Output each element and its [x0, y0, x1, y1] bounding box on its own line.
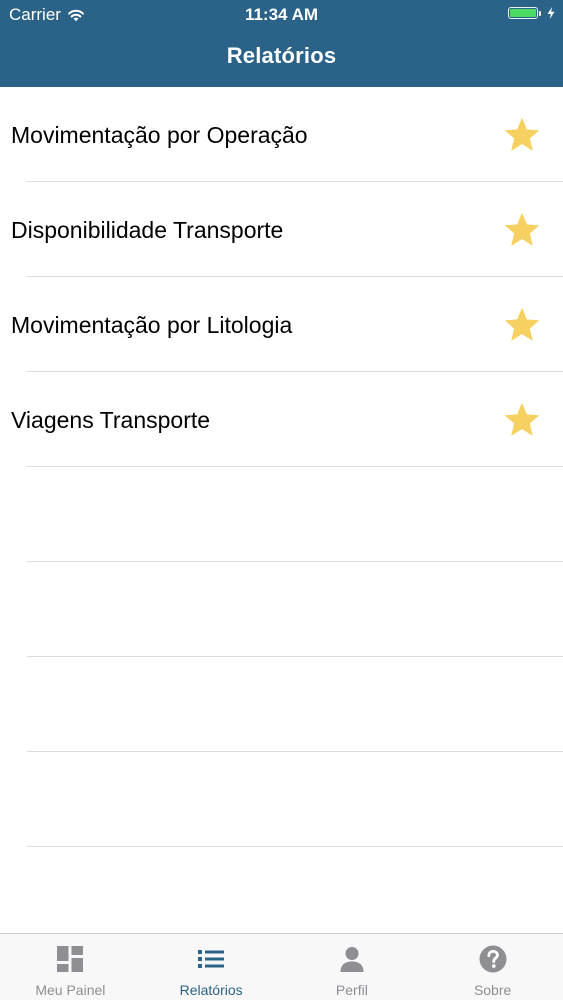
battery-indicator	[508, 7, 555, 19]
question-icon	[479, 945, 507, 973]
report-row[interactable]: Movimentação por Operação	[0, 87, 563, 182]
report-row[interactable]: Movimentação por Litologia	[0, 277, 563, 372]
empty-row	[0, 657, 563, 752]
status-bar: Carrier 11:34 AM	[0, 0, 563, 30]
empty-row	[0, 467, 563, 562]
tab-label: Relatórios	[179, 982, 243, 998]
report-label: Viagens Transporte	[11, 407, 211, 433]
tab-label: Meu Painel	[35, 982, 106, 998]
favorite-star-icon[interactable]	[502, 305, 542, 345]
favorite-star-icon[interactable]	[502, 400, 542, 440]
reports-list: Movimentação por Operação Disponibilidad…	[0, 87, 563, 847]
dashboard-icon	[57, 946, 84, 972]
list-icon	[198, 950, 225, 968]
favorite-star-icon[interactable]	[502, 115, 542, 155]
report-row[interactable]: Viagens Transporte	[0, 372, 563, 467]
report-label: Movimentação por Operação	[11, 122, 308, 148]
favorite-star-icon[interactable]	[502, 210, 542, 250]
tab-perfil[interactable]: Perfil	[282, 934, 423, 1000]
tab-sobre[interactable]: Sobre	[422, 934, 563, 1000]
person-icon	[340, 947, 364, 972]
tab-bar: Meu Painel Relatórios Perfil Sobre	[0, 933, 563, 1000]
battery-level	[510, 9, 536, 17]
tab-label: Perfil	[335, 982, 368, 998]
page-title: Relatórios	[226, 43, 337, 68]
report-label: Disponibilidade Transporte	[11, 217, 284, 243]
empty-row	[0, 752, 563, 847]
tab-meu-painel[interactable]: Meu Painel	[0, 934, 141, 1000]
charging-icon	[547, 7, 555, 19]
report-label: Movimentação por Litologia	[11, 312, 293, 338]
report-row[interactable]: Disponibilidade Transporte	[0, 182, 563, 277]
tab-label: Sobre	[473, 982, 512, 998]
navigation-header: Carrier 11:34 AM Relatórios	[0, 0, 563, 87]
battery-icon	[508, 7, 538, 19]
empty-row	[0, 562, 563, 657]
status-time: 11:34 AM	[244, 5, 319, 24]
tab-relatorios[interactable]: Relatórios	[141, 934, 282, 1000]
